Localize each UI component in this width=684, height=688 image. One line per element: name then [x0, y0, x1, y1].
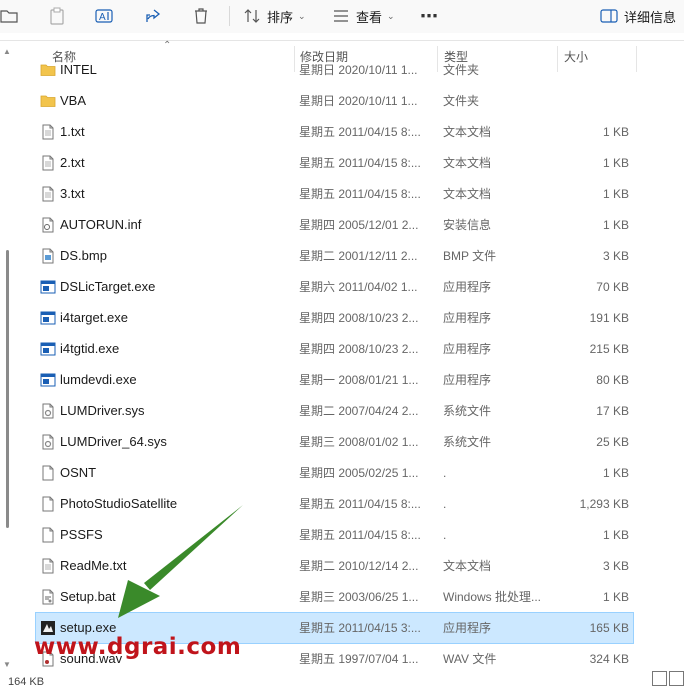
- arrow-shaft: [144, 505, 243, 590]
- annotation-arrow: [118, 505, 243, 618]
- watermark-text: www.dgrai.com: [34, 634, 242, 660]
